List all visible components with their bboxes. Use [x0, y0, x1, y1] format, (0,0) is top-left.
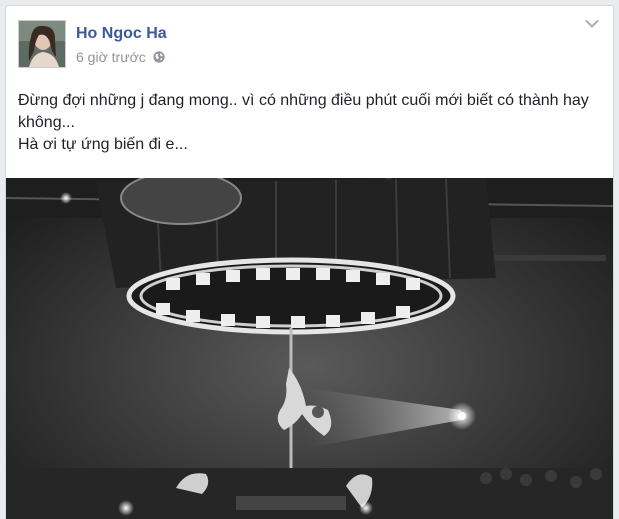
post-card: Ho Ngoc Ha 6 giờ trước Đừng đợi những j …: [5, 5, 614, 519]
avatar[interactable]: [18, 20, 66, 68]
post-text-line: Hà ơi tự ứng biến đi e...: [18, 136, 188, 153]
post-meta: 6 giờ trước: [76, 49, 165, 65]
author-name[interactable]: Ho Ngoc Ha: [76, 25, 167, 43]
post-text-line: Đừng đợi những j đang mong.. vì có những…: [18, 92, 589, 131]
globe-icon[interactable]: [153, 51, 165, 63]
chevron-down-icon[interactable]: [585, 19, 599, 29]
post-photo[interactable]: [6, 178, 613, 519]
post-text: Đừng đợi những j đang mong.. vì có những…: [18, 90, 603, 156]
timestamp-link[interactable]: 6 giờ trước: [76, 49, 146, 65]
